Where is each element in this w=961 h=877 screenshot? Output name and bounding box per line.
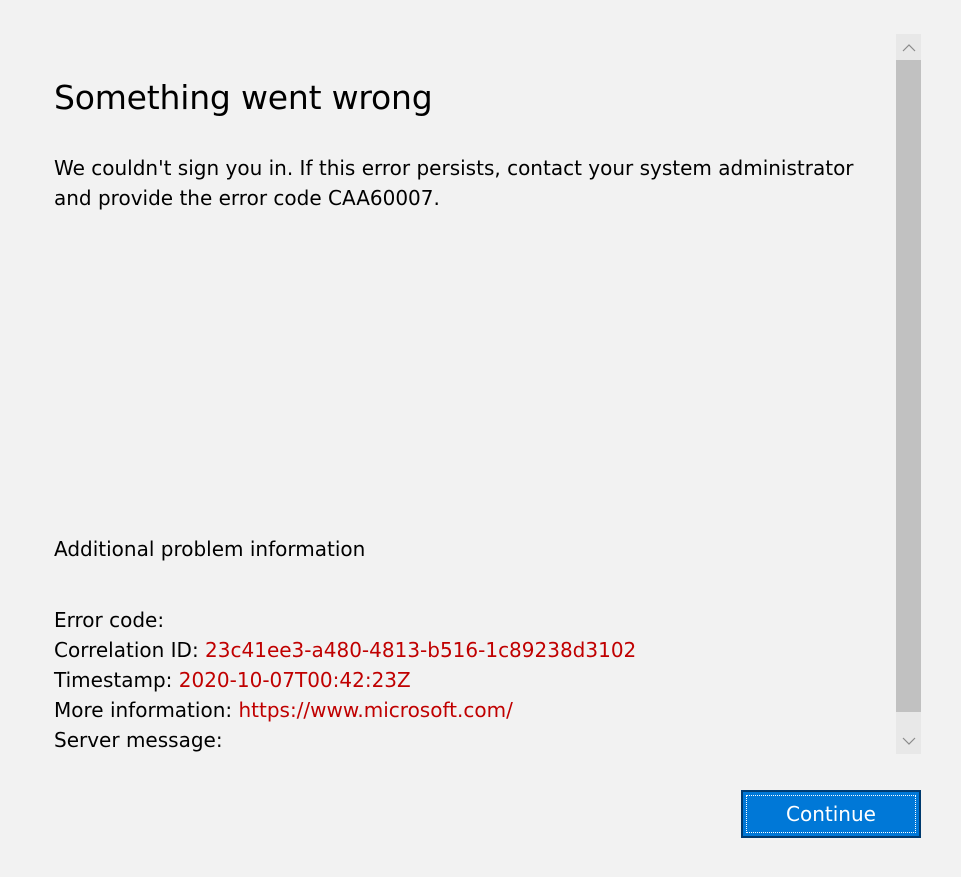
correlation-id-label: Correlation ID: [54,638,199,662]
scroll-thumb[interactable] [896,60,921,712]
more-information-row: More information: https://www.microsoft.… [54,695,636,725]
error-code-row: Error code: [54,605,636,635]
continue-button-label: Continue [746,795,916,833]
chevron-down-icon[interactable] [896,728,921,754]
details-list: Error code: Correlation ID: 23c41ee3-a48… [54,605,636,755]
additional-info-heading: Additional problem information [54,537,366,561]
page-title: Something went wrong [54,78,433,117]
timestamp-label: Timestamp: [54,668,173,692]
continue-button[interactable]: Continue [741,790,921,838]
correlation-id-row: Correlation ID: 23c41ee3-a480-4813-b516-… [54,635,636,665]
server-message-row: Server message: [54,725,636,755]
chevron-up-icon[interactable] [896,34,921,60]
more-information-label: More information: [54,698,233,722]
error-message: We couldn't sign you in. If this error p… [54,156,854,210]
timestamp-row: Timestamp: 2020-10-07T00:42:23Z [54,665,636,695]
server-message-label: Server message: [54,728,223,752]
vertical-scrollbar[interactable] [896,34,921,754]
timestamp-value: 2020-10-07T00:42:23Z [178,668,411,692]
more-information-link[interactable]: https://www.microsoft.com/ [238,698,512,722]
correlation-id-value: 23c41ee3-a480-4813-b516-1c89238d3102 [205,638,637,662]
error-code-label: Error code: [54,608,165,632]
